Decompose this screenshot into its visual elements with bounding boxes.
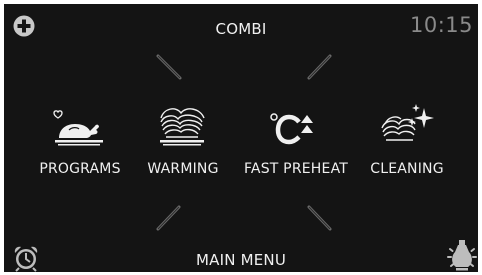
oven-display: COMBI 10:15 PROGRAMS WARMING FAST PREHEA… [0,0,482,275]
alarm-clock-icon[interactable] [11,244,41,272]
menu-label-warming: WARMING [147,161,219,177]
menu-label-programs: PROGRAMS [39,161,121,177]
warming-dish-icon [160,108,205,146]
oven-light-icon[interactable] [447,238,477,272]
menu-label-cleaning: CLEANING [370,161,444,177]
menu-item-fast-preheat[interactable]: FAST PREHEAT [241,100,351,185]
fast-preheat-icon [270,113,313,145]
menu-label-fast-preheat: FAST PREHEAT [243,161,349,177]
main-menu-title: MAIN MENU [195,251,287,269]
cleaning-sparkle-icon [381,104,434,141]
menu-item-cleaning[interactable]: CLEANING [352,100,462,185]
roast-chicken-icon [53,110,103,146]
menu-item-warming[interactable]: WARMING [128,100,238,185]
menu-item-programs[interactable]: PROGRAMS [25,100,135,185]
